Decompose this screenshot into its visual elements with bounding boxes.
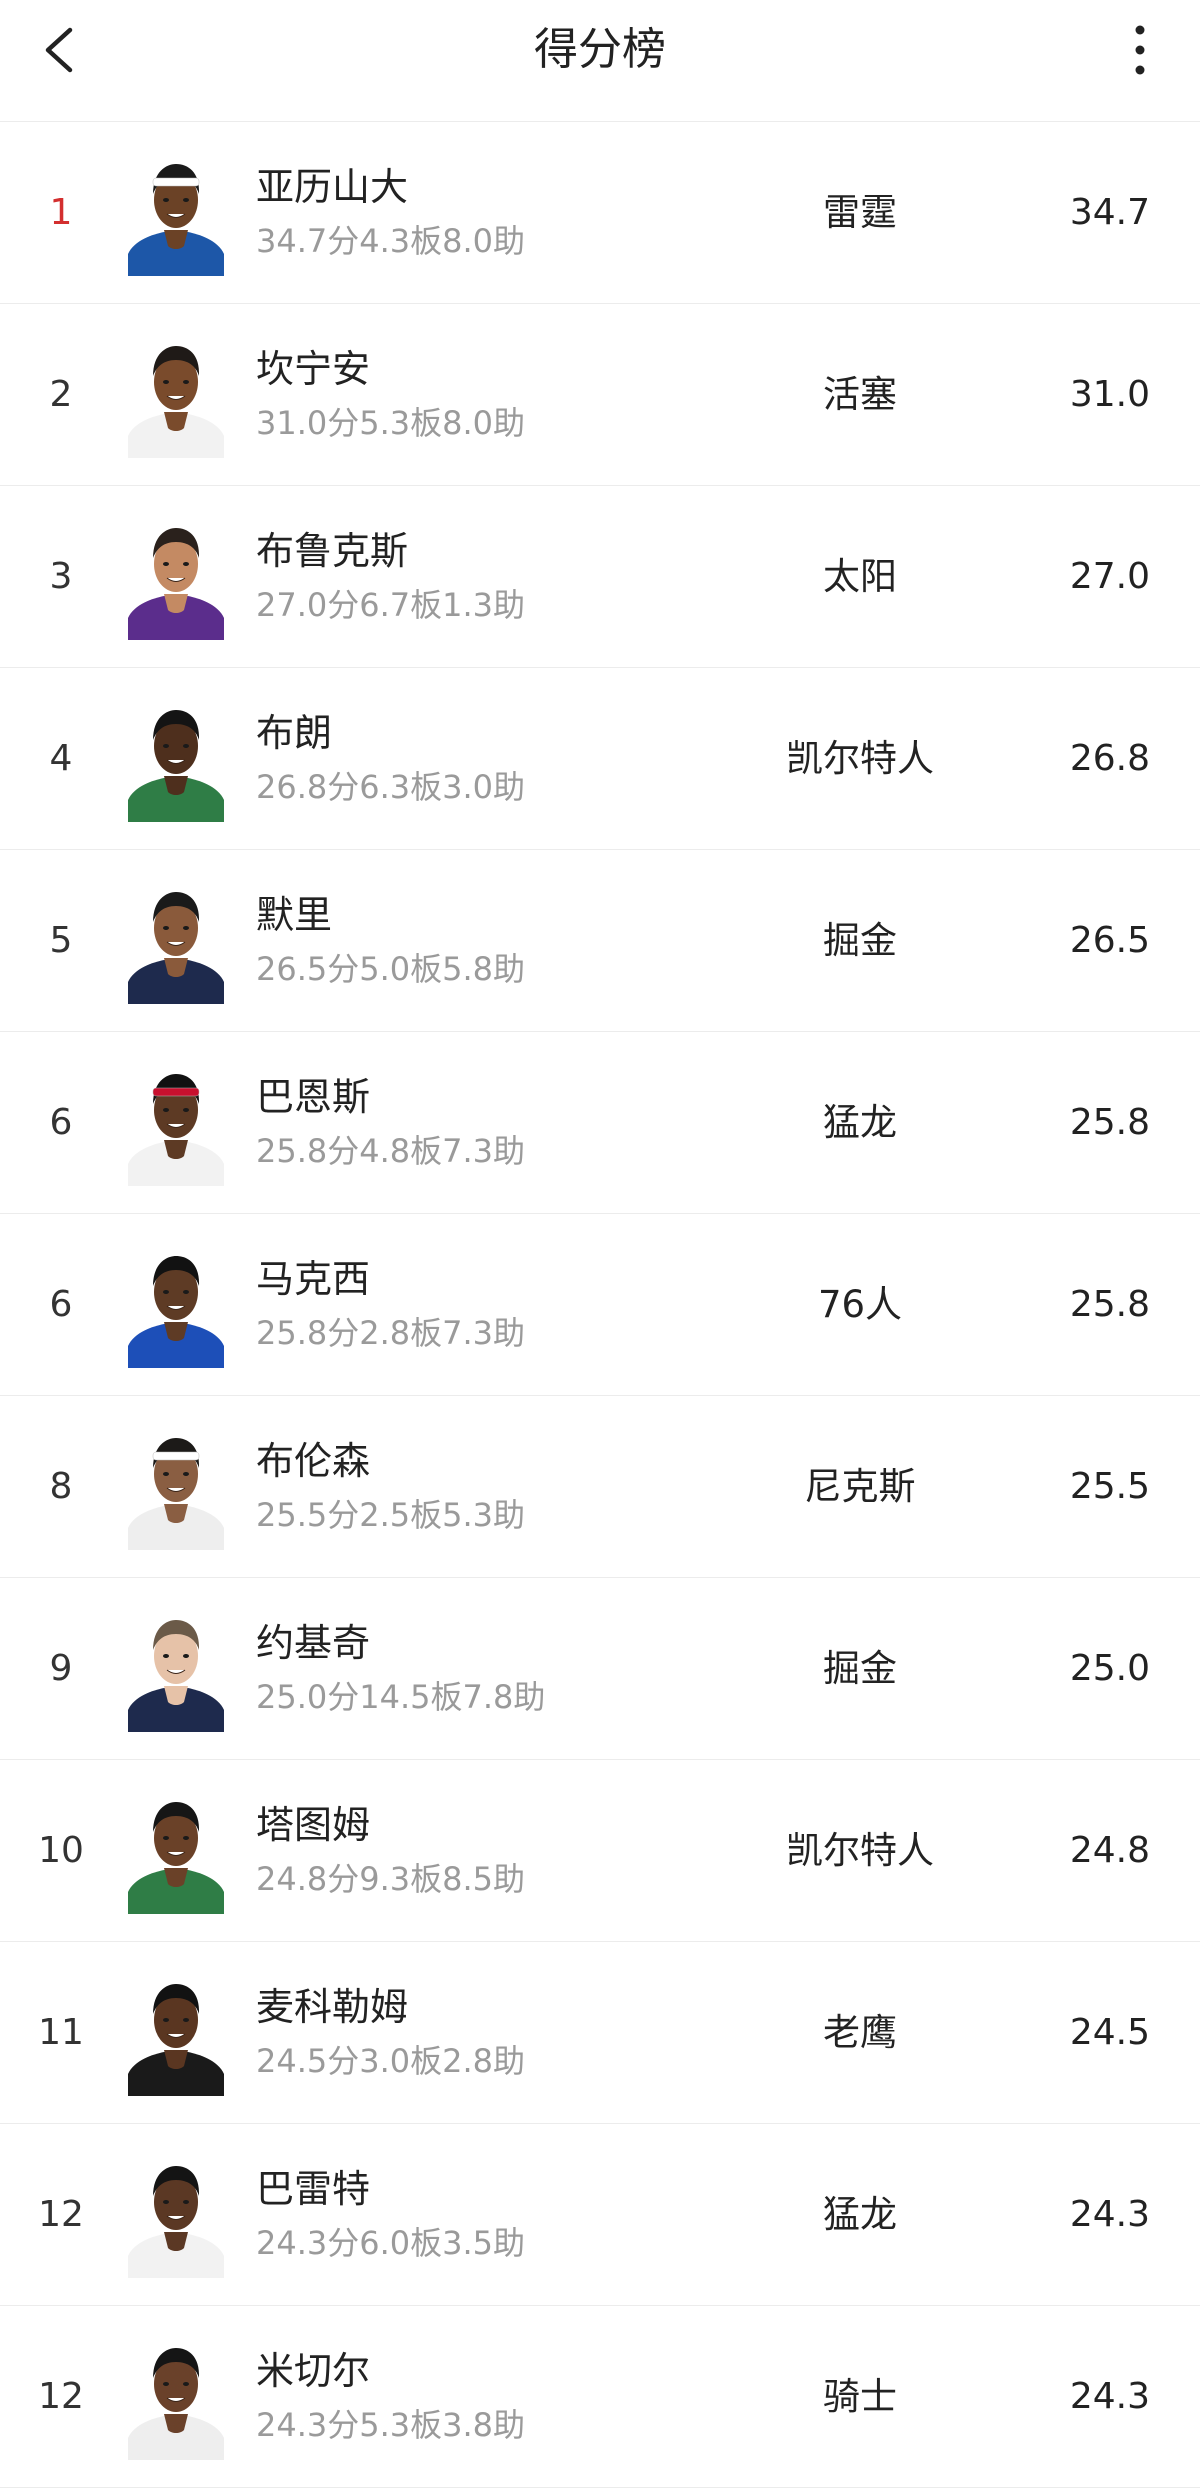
player-name: 亚历山大 <box>256 165 409 209</box>
player-name: 布朗 <box>256 711 333 755</box>
player-row[interactable]: 12 米切尔 24.3分5.3板3.8助 骑士 24.3 <box>0 2306 1200 2488</box>
player-stats: 31.0分5.3板8.0助 <box>256 404 526 442</box>
more-options-button[interactable] <box>1110 18 1170 82</box>
player-stats: 25.5分2.5板5.3助 <box>256 1496 526 1534</box>
player-rank: 9 <box>49 1648 73 1689</box>
player-row[interactable]: 10 塔图姆 24.8分9.3板8.5助 凯尔特人 24.8 <box>0 1760 1200 1942</box>
player-rank: 10 <box>38 1830 84 1871</box>
player-stats: 24.3分6.0板3.5助 <box>256 2224 526 2262</box>
player-row[interactable]: 2 坎宁安 31.0分5.3板8.0助 活塞 31.0 <box>0 304 1200 486</box>
player-row[interactable]: 3 布鲁克斯 27.0分6.7板1.3助 太阳 27.0 <box>0 486 1200 668</box>
player-stats: 25.8分2.8板7.3助 <box>256 1314 526 1352</box>
player-stats: 25.0分14.5板7.8助 <box>256 1678 546 1716</box>
player-stats: 24.5分3.0板2.8助 <box>256 2042 526 2080</box>
player-row[interactable]: 8 布伦森 25.5分2.5板5.3助 尼克斯 25.5 <box>0 1396 1200 1578</box>
player-points: 25.5 <box>1069 1466 1150 1507</box>
player-avatar <box>126 1606 226 1732</box>
player-rank: 12 <box>38 2194 84 2235</box>
player-name: 坎宁安 <box>256 347 371 391</box>
player-avatar <box>126 1060 226 1186</box>
back-button[interactable] <box>30 18 90 82</box>
player-team: 猛龙 <box>823 1101 897 1144</box>
player-avatar <box>126 2152 226 2278</box>
player-stats: 27.0分6.7板1.3助 <box>256 586 526 624</box>
chevron-left-icon <box>45 27 73 73</box>
player-avatar <box>126 878 226 1004</box>
player-name: 米切尔 <box>256 2349 371 2393</box>
player-stats: 24.8分9.3板8.5助 <box>256 1860 526 1898</box>
player-points: 25.8 <box>1069 1102 1150 1143</box>
player-rank: 5 <box>49 920 73 961</box>
player-rank: 12 <box>38 2376 84 2417</box>
player-team: 太阳 <box>823 555 897 598</box>
player-points: 24.3 <box>1069 2194 1150 2235</box>
player-points: 24.5 <box>1069 2012 1150 2053</box>
player-team: 骑士 <box>823 2375 897 2418</box>
top-app-bar: 得分榜 <box>0 0 1200 122</box>
player-team: 76人 <box>817 1283 903 1326</box>
player-avatar <box>126 332 226 458</box>
more-vertical-icon <box>1135 25 1145 75</box>
player-avatar <box>126 514 226 640</box>
player-team: 雷霆 <box>823 191 897 234</box>
player-row[interactable]: 4 布朗 26.8分6.3板3.0助 凯尔特人 26.8 <box>0 668 1200 850</box>
player-team: 凯尔特人 <box>786 1829 934 1872</box>
player-team: 尼克斯 <box>804 1465 916 1508</box>
player-stats: 24.3分5.3板3.8助 <box>256 2406 526 2444</box>
player-rank: 11 <box>38 2012 84 2053</box>
player-row[interactable]: 11 麦科勒姆 24.5分3.0板2.8助 老鹰 24.5 <box>0 1942 1200 2124</box>
player-points: 24.3 <box>1069 2376 1150 2417</box>
player-avatar <box>126 2334 226 2460</box>
player-name: 麦科勒姆 <box>256 1985 409 2029</box>
player-rank: 2 <box>49 374 73 415</box>
player-row[interactable]: 5 默里 26.5分5.0板5.8助 掘金 26.5 <box>0 850 1200 1032</box>
player-team: 猛龙 <box>823 2193 897 2236</box>
player-stats: 34.7分4.3板8.0助 <box>256 222 526 260</box>
player-name: 默里 <box>256 893 333 937</box>
player-row[interactable]: 1 亚历山大 34.7分4.3板8.0助 雷霆 34.7 <box>0 122 1200 304</box>
player-team: 活塞 <box>823 373 897 416</box>
player-stats: 26.5分5.0板5.8助 <box>256 950 526 988</box>
scoring-leaderboard-list: 1 亚历山大 34.7分4.3板8.0助 雷霆 34.7 2 坎宁安 31.0分5.3板8.0… <box>0 122 1200 2488</box>
player-points: 27.0 <box>1069 556 1150 597</box>
player-points: 25.8 <box>1069 1284 1150 1325</box>
player-avatar <box>126 696 226 822</box>
player-row[interactable]: 6 巴恩斯 25.8分4.8板7.3助 猛龙 25.8 <box>0 1032 1200 1214</box>
player-name: 约基奇 <box>256 1621 371 1665</box>
player-rank: 6 <box>49 1284 73 1325</box>
player-points: 34.7 <box>1069 192 1150 233</box>
player-stats: 25.8分4.8板7.3助 <box>256 1132 526 1170</box>
player-team: 凯尔特人 <box>786 737 934 780</box>
player-points: 26.8 <box>1069 738 1150 779</box>
player-team: 掘金 <box>823 1647 897 1690</box>
player-row[interactable]: 9 约基奇 25.0分14.5板7.8助 掘金 25.0 <box>0 1578 1200 1760</box>
player-rank: 1 <box>49 192 73 233</box>
player-points: 31.0 <box>1069 374 1150 415</box>
player-row[interactable]: 6 马克西 25.8分2.8板7.3助 76人 25.8 <box>0 1214 1200 1396</box>
player-team: 老鹰 <box>823 2011 897 2054</box>
player-name: 塔图姆 <box>256 1803 371 1847</box>
player-rank: 3 <box>49 556 73 597</box>
player-rank: 8 <box>49 1466 73 1507</box>
player-row[interactable]: 12 巴雷特 24.3分6.0板3.5助 猛龙 24.3 <box>0 2124 1200 2306</box>
player-avatar <box>126 1970 226 2096</box>
player-points: 26.5 <box>1069 920 1150 961</box>
player-name: 巴恩斯 <box>256 1075 371 1119</box>
player-stats: 26.8分6.3板3.0助 <box>256 768 526 806</box>
page-title: 得分榜 <box>534 24 666 75</box>
player-points: 25.0 <box>1069 1648 1150 1689</box>
player-name: 马克西 <box>256 1257 371 1301</box>
player-points: 24.8 <box>1069 1830 1150 1871</box>
player-avatar <box>126 1788 226 1914</box>
player-name: 布伦森 <box>256 1439 371 1483</box>
player-avatar <box>126 1242 226 1368</box>
player-avatar <box>126 150 226 276</box>
player-team: 掘金 <box>823 919 897 962</box>
player-name: 巴雷特 <box>256 2167 371 2211</box>
player-name: 布鲁克斯 <box>256 529 409 573</box>
player-rank: 6 <box>49 1102 73 1143</box>
player-rank: 4 <box>49 738 73 779</box>
player-avatar <box>126 1424 226 1550</box>
